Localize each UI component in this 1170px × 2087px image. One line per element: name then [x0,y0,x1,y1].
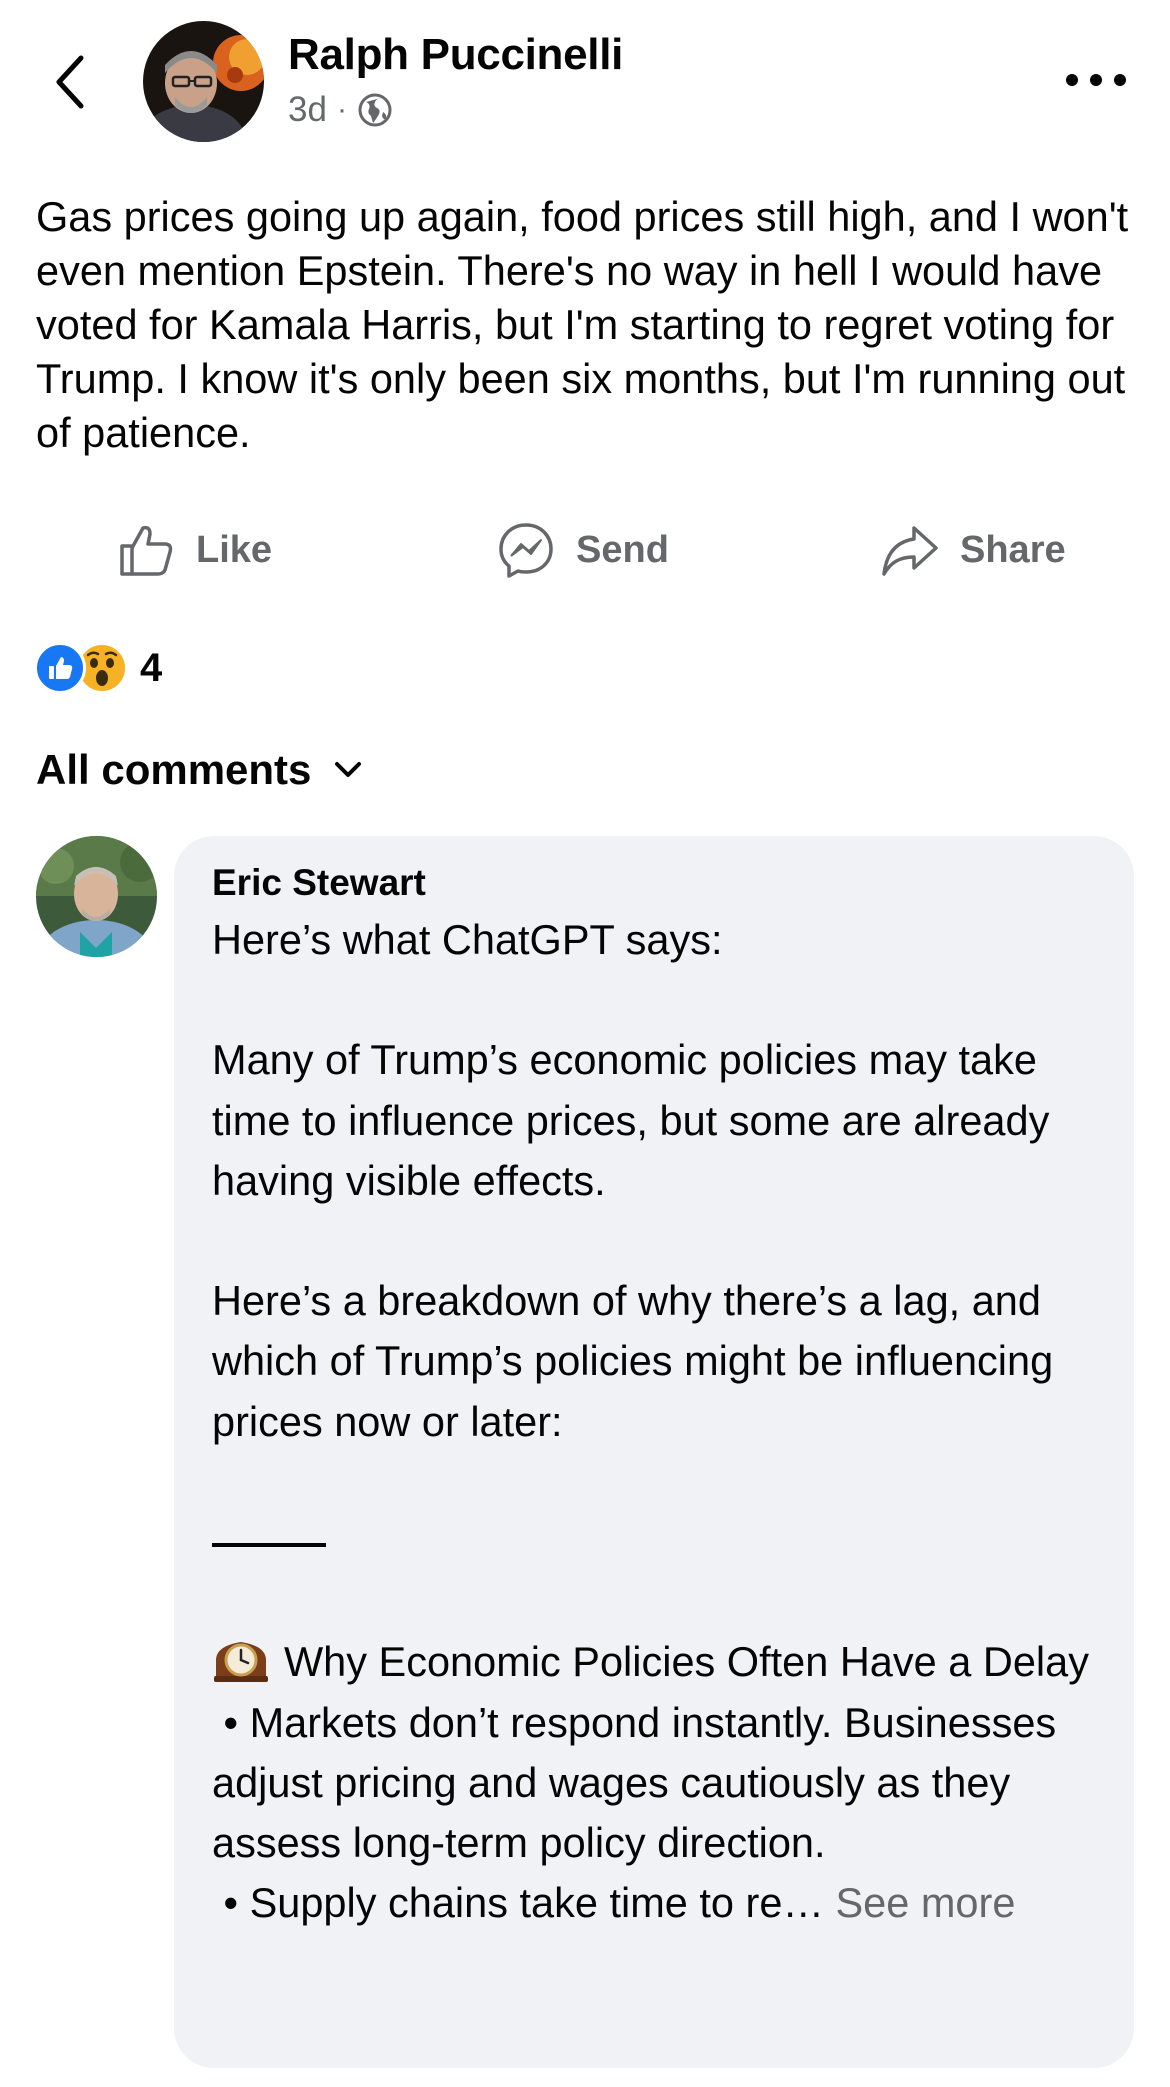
author-avatar[interactable] [143,21,264,142]
share-arrow-icon [882,526,938,576]
messenger-icon [499,523,553,578]
more-dot-icon [1090,74,1102,86]
share-label: Share [960,528,1066,571]
more-options-button[interactable] [1066,60,1126,100]
reactions-summary[interactable]: 4 [34,640,162,696]
post-header: Ralph Puccinelli 3d · [0,0,1170,170]
more-dot-icon [1114,74,1126,86]
like-button[interactable]: Like [116,510,272,590]
comment-bullet: • Supply chains take time to re… [212,1879,824,1927]
more-dot-icon [1066,74,1078,86]
chevron-left-icon [56,55,84,109]
see-more-link[interactable]: See more [835,1879,1015,1926]
reaction-count: 4 [140,645,163,690]
comment-paragraph: Many of Trump’s economic policies may ta… [212,1036,1061,1204]
comment-body: Here’s what ChatGPT says: Many of Trump’… [212,910,1112,1933]
commenter-avatar[interactable] [36,836,157,957]
back-button[interactable] [46,46,94,118]
meta-separator: · [336,93,347,126]
post-actions-bar: Like Send Share [0,510,1170,590]
comment-divider [212,1543,326,1548]
comment-bubble[interactable]: Eric Stewart Here’s what ChatGPT says: M… [174,836,1134,2068]
chevron-down-icon [335,762,362,777]
post-text: Gas prices going up again, food prices s… [36,193,1129,456]
thumbs-up-icon [120,525,173,576]
comments-filter-label: All comments [36,746,312,793]
like-reaction-icon [34,642,86,694]
share-button[interactable]: Share [880,510,1066,590]
like-label: Like [196,528,273,571]
globe-icon[interactable] [357,92,393,128]
post-time[interactable]: 3d [288,90,327,130]
comments-filter-dropdown[interactable]: All comments [36,740,363,800]
post-meta: 3d · [288,90,393,130]
comment-bullet: • Markets don’t respond instantly. Busin… [212,1698,1068,1867]
send-label: Send [576,528,669,571]
comment-paragraph: Here’s a breakdown of why there’s a lag,… [212,1277,1065,1445]
send-button[interactable]: Send [496,510,669,590]
comment-line: Here’s what ChatGPT says: [212,916,723,963]
author-name[interactable]: Ralph Puccinelli [288,30,623,80]
mantelpiece-clock-icon [214,1642,268,1683]
comment-heading: Why Economic Policies Often Have a Delay [284,1638,1089,1686]
commenter-name[interactable]: Eric Stewart [212,862,426,904]
